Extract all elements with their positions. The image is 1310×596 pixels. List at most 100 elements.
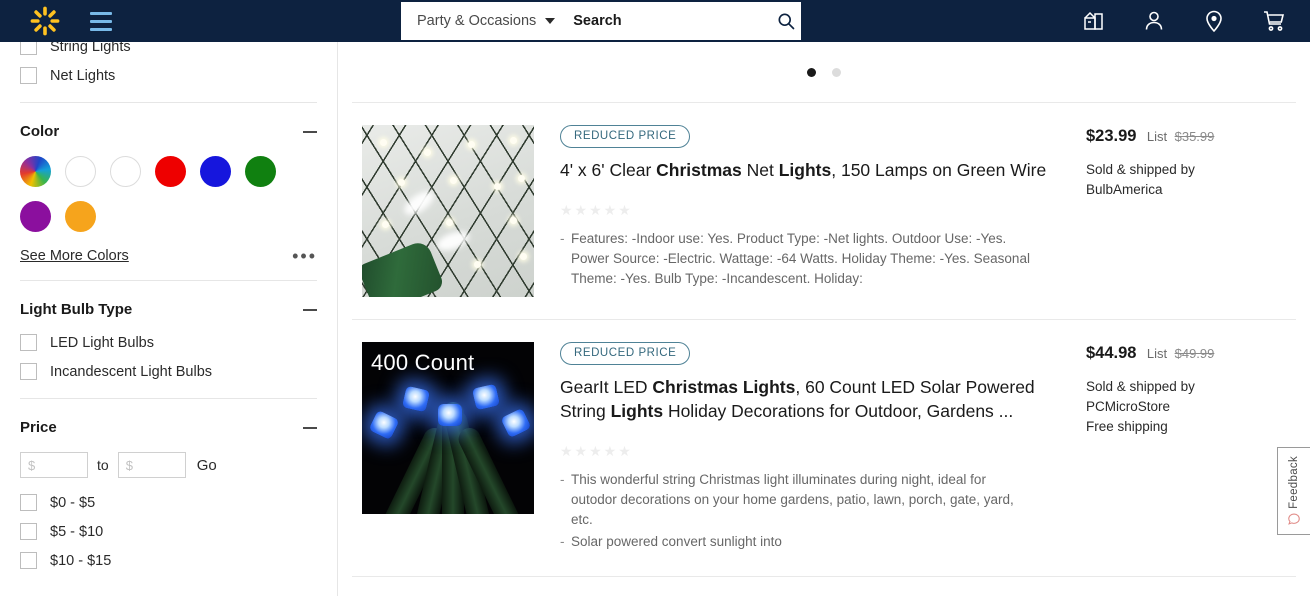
filter-checkbox-incandescent-light-bulbs[interactable]: Incandescent Light Bulbs	[20, 357, 317, 386]
color-swatch-white[interactable]	[65, 156, 96, 187]
product-list-item[interactable]: 400 Count REDUCED PRICE GearIt LED Chris…	[338, 320, 1310, 576]
cart-icon[interactable]	[1260, 7, 1288, 35]
product-list-item[interactable]: REDUCED PRICE 4' x 6' Clear Christmas Ne…	[338, 103, 1310, 319]
price-go-button[interactable]: Go	[195, 457, 219, 474]
see-more-colors-link[interactable]: See More Colors	[20, 248, 129, 264]
filter-label: Incandescent Light Bulbs	[50, 364, 212, 380]
filter-checkbox-price-5-10[interactable]: $5 - $10	[20, 517, 317, 546]
color-swatch-green[interactable]	[245, 156, 276, 187]
checkbox-box[interactable]	[20, 552, 37, 569]
product-title[interactable]: GearIt LED Christmas Lights, 60 Count LE…	[560, 375, 1076, 423]
led-string-lights-product-image[interactable]: 400 Count	[362, 342, 534, 514]
search-category-label: Party & Occasions	[417, 13, 536, 29]
list-price-value: $49.99	[1175, 346, 1215, 361]
title-part: GearIt LED	[560, 377, 652, 397]
filter-sidebar: String Lights Net Lights Color See More …	[0, 42, 338, 596]
light-bulb-type-facet-header[interactable]: Light Bulb Type	[20, 281, 317, 328]
rating-stars[interactable]: ★★★★★	[560, 202, 1076, 219]
facet-title: Color	[20, 123, 59, 140]
minus-icon[interactable]	[303, 309, 317, 311]
price-min-input[interactable]	[20, 452, 88, 478]
walmart-spark-icon[interactable]	[28, 4, 62, 38]
price-max-input[interactable]	[118, 452, 186, 478]
product-price-block: $23.99 List $35.99 Sold & shipped by Bul…	[1086, 125, 1296, 297]
search-bar: Party & Occasions	[401, 2, 801, 40]
color-swatch-multicolor[interactable]	[20, 156, 51, 187]
header-icon-group	[1080, 0, 1288, 42]
location-pin-icon[interactable]	[1200, 7, 1228, 35]
title-part: 4' x 6' Clear	[560, 160, 656, 180]
color-swatch-orange[interactable]	[65, 201, 96, 232]
filter-checkbox-net-lights[interactable]: Net Lights	[20, 61, 317, 90]
speech-bubble-icon	[1287, 512, 1301, 526]
checkbox-box[interactable]	[20, 334, 37, 351]
search-category-selector[interactable]: Party & Occasions	[401, 13, 536, 29]
hamburger-menu-icon[interactable]	[84, 4, 118, 38]
status-badge: REDUCED PRICE	[560, 342, 690, 365]
product-price-block: $44.98 List $49.99 Sold & shipped by PCM…	[1086, 342, 1296, 554]
color-swatch-purple[interactable]	[20, 201, 51, 232]
shipping-info: Free shipping	[1086, 417, 1296, 437]
carousel-dot-1[interactable]	[807, 68, 816, 77]
color-swatch-grid	[20, 150, 310, 234]
search-icon	[776, 11, 796, 31]
current-price: $44.98	[1086, 344, 1136, 362]
checkbox-box[interactable]	[20, 523, 37, 540]
reorder-icon[interactable]	[1080, 7, 1108, 35]
seller-name[interactable]: BulbAmerica	[1086, 180, 1296, 200]
title-part-bold: Lights	[779, 160, 832, 180]
filter-checkbox-led-light-bulbs[interactable]: LED Light Bulbs	[20, 328, 317, 357]
product-title[interactable]: 4' x 6' Clear Christmas Net Lights, 150 …	[560, 158, 1076, 182]
rating-stars[interactable]: ★★★★★	[560, 443, 1076, 460]
category-facet: String Lights Net Lights	[20, 42, 317, 90]
site-header: Party & Occasions	[0, 0, 1310, 42]
feedback-tab[interactable]: Feedback	[1277, 447, 1310, 535]
list-price-label: List	[1147, 346, 1167, 361]
price-range-inputs: to Go	[20, 446, 317, 488]
carousel-dot-2[interactable]	[832, 68, 841, 77]
list-item: Features: -Indoor use: Yes. Product Type…	[560, 229, 1030, 289]
price-facet-header[interactable]: Price	[20, 399, 317, 446]
product-feature-list: Features: -Indoor use: Yes. Product Type…	[560, 229, 1076, 289]
search-input[interactable]	[573, 13, 770, 29]
search-submit-button[interactable]	[770, 2, 801, 40]
list-price-value: $35.99	[1175, 129, 1215, 144]
minus-icon[interactable]	[303, 131, 317, 133]
ellipsis-icon[interactable]: •••	[292, 251, 317, 261]
color-facet-header[interactable]: Color	[20, 103, 317, 150]
carousel-pagination	[338, 42, 1310, 102]
title-part: , 150 Lamps on Green Wire	[831, 160, 1046, 180]
checkbox-box[interactable]	[20, 363, 37, 380]
title-part: Net	[742, 160, 779, 180]
net-lights-product-image[interactable]	[362, 125, 534, 297]
color-swatch-red[interactable]	[155, 156, 186, 187]
filter-label: Net Lights	[50, 68, 115, 84]
checkbox-box[interactable]	[20, 494, 37, 511]
title-part-bold: Christmas Lights	[652, 377, 795, 397]
color-facet: Color See More Colors •••	[20, 103, 317, 268]
list-item: Solar powered convert sunlight into	[560, 532, 1030, 552]
filter-label: LED Light Bulbs	[50, 335, 154, 351]
status-badge: REDUCED PRICE	[560, 125, 690, 148]
product-photo: 400 Count	[362, 342, 534, 514]
color-swatch-blue[interactable]	[200, 156, 231, 187]
filter-checkbox-price-0-5[interactable]: $0 - $5	[20, 488, 317, 517]
seller-name[interactable]: PCMicroStore	[1086, 397, 1296, 417]
filter-checkbox-price-10-15[interactable]: $10 - $15	[20, 546, 317, 575]
title-part-bold: Christmas	[656, 160, 742, 180]
account-icon[interactable]	[1140, 7, 1168, 35]
price-line: $23.99 List $35.99	[1086, 127, 1296, 146]
checkbox-box[interactable]	[20, 67, 37, 84]
color-swatch-clear[interactable]	[110, 156, 141, 187]
chevron-down-icon[interactable]	[545, 18, 555, 24]
price-facet: Price to Go $0 - $5 $5 - $10 $10 - $15	[20, 399, 317, 575]
product-photo	[362, 125, 534, 297]
checkbox-box[interactable]	[20, 42, 37, 55]
list-item: This wonderful string Christmas light il…	[560, 470, 1030, 530]
see-more-colors-row: See More Colors •••	[20, 234, 317, 268]
list-price-label: List	[1147, 129, 1167, 144]
filter-label: String Lights	[50, 42, 131, 55]
minus-icon[interactable]	[303, 427, 317, 429]
filter-checkbox-string-lights[interactable]: String Lights	[20, 42, 317, 61]
current-price: $23.99	[1086, 127, 1136, 145]
